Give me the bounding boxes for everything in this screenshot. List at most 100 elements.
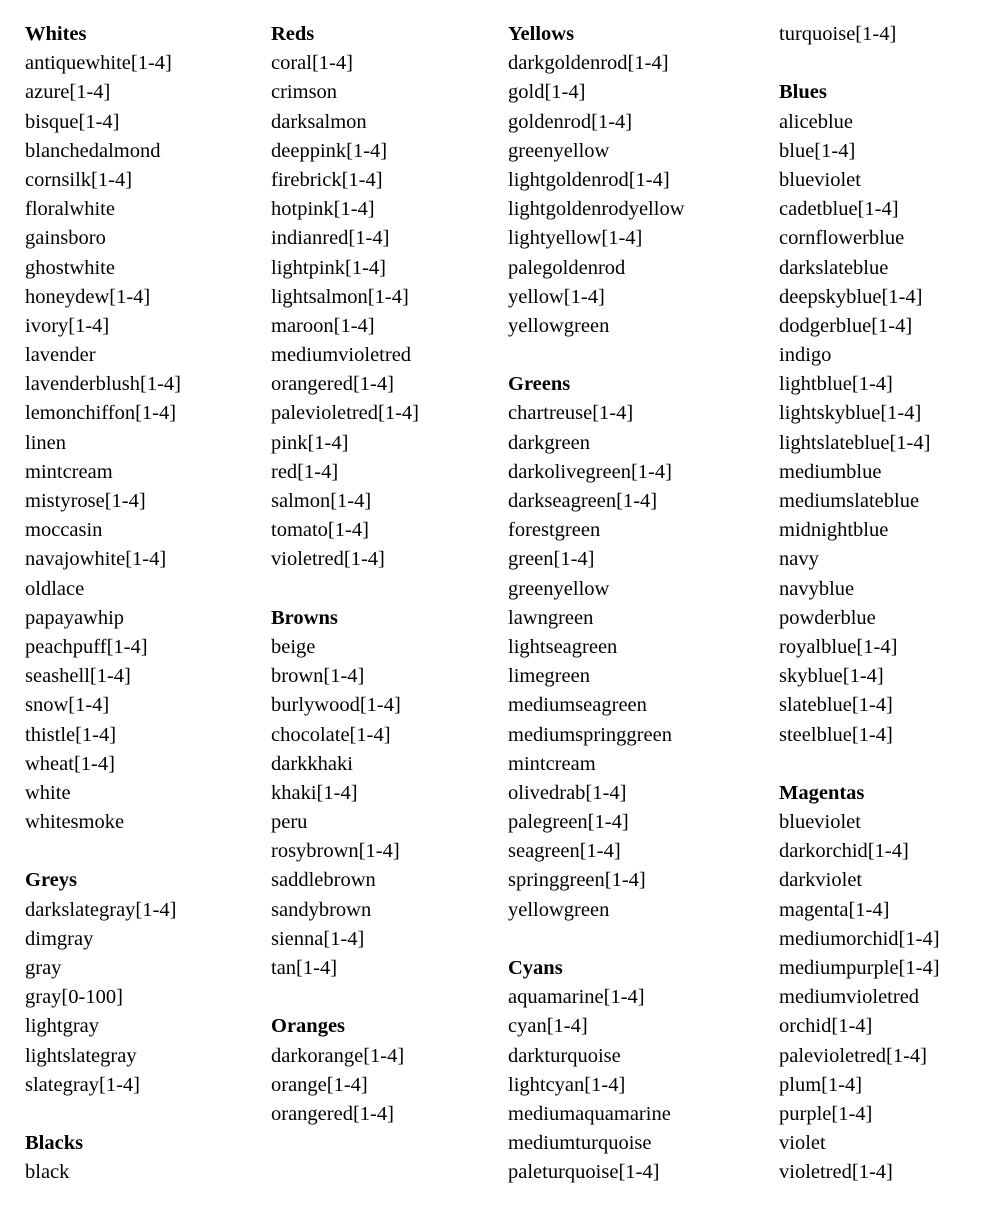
color-name: paleturquoise[1-4]	[508, 1161, 660, 1184]
color-name: firebrick[1-4]	[271, 168, 383, 191]
color-name: white	[25, 781, 71, 804]
color-name: maroon[1-4]	[271, 314, 375, 337]
color-name: yellow[1-4]	[508, 285, 605, 308]
color-name: darkslategray[1-4]	[25, 898, 177, 921]
color-name: chartreuse[1-4]	[508, 402, 634, 425]
color-name: dimgray	[25, 927, 94, 950]
color-name: aliceblue	[779, 110, 853, 133]
color-name: turquoise[1-4]	[779, 23, 897, 45]
color-name: lightslategray	[25, 1044, 137, 1067]
color-name: lightgoldenrodyellow	[508, 198, 685, 221]
color-name: lightseagreen	[508, 635, 618, 658]
color-name: aquamarine[1-4]	[508, 986, 645, 1009]
color-name: black	[25, 1161, 70, 1184]
color-name: darkgreen	[508, 431, 590, 454]
color-name: darkorchid[1-4]	[779, 840, 909, 863]
color-name: bisque[1-4]	[25, 110, 120, 133]
color-name: ghostwhite	[25, 256, 115, 279]
color-name: snow[1-4]	[25, 694, 110, 717]
section-heading: Reds	[271, 23, 315, 45]
color-name: royalblue[1-4]	[779, 635, 898, 658]
section-heading: Cyans	[508, 957, 563, 979]
color-name: olivedrab[1-4]	[508, 781, 627, 804]
color-name: greenyellow	[508, 139, 610, 162]
color-name: darkturquoise	[508, 1044, 621, 1067]
color-name: rosybrown[1-4]	[271, 840, 400, 863]
color-name: salmon[1-4]	[271, 490, 372, 512]
color-name: forestgreen	[508, 519, 601, 542]
section-heading: Greens	[508, 373, 571, 396]
color-name: honeydew[1-4]	[25, 285, 151, 308]
color-name: orchid[1-4]	[779, 1015, 873, 1038]
color-name: lightslateblue[1-4]	[779, 431, 931, 454]
color-name: plum[1-4]	[779, 1073, 863, 1096]
color-name: limegreen	[508, 665, 590, 688]
color-name: sandybrown	[271, 898, 372, 921]
color-name: lavenderblush[1-4]	[25, 373, 181, 396]
section-heading: Blues	[779, 81, 827, 104]
color-name: hotpink[1-4]	[271, 198, 375, 221]
color-name: mediumvioletred	[779, 986, 920, 1009]
color-name: tomato[1-4]	[271, 519, 369, 542]
color-name: mediumturquoise	[508, 1132, 652, 1155]
color-name: palevioletred[1-4]	[779, 1044, 927, 1067]
color-name: mediumvioletred	[271, 344, 412, 367]
color-name: mistyrose[1-4]	[25, 490, 146, 512]
color-name: violetred[1-4]	[271, 548, 385, 571]
color-name: cornflowerblue	[779, 227, 905, 250]
color-name: mintcream	[25, 460, 113, 483]
color-name: lightyellow[1-4]	[508, 227, 643, 250]
color-name: mediumseagreen	[508, 694, 647, 717]
color-name: orangered[1-4]	[271, 373, 394, 396]
color-name: darkviolet	[779, 869, 863, 892]
color-name: whitesmoke	[25, 811, 125, 834]
color-name: darkolivegreen[1-4]	[508, 460, 672, 483]
color-name: beige	[271, 635, 316, 658]
color-name: blanchedalmond	[25, 139, 161, 162]
color-name: springgreen[1-4]	[508, 869, 646, 892]
color-name: lawngreen	[508, 606, 594, 629]
color-name: violetred[1-4]	[779, 1161, 893, 1184]
color-name: deeppink[1-4]	[271, 139, 388, 162]
column-2: Reds coral[1-4] crimson darksalmon deeppink[…	[271, 20, 419, 1129]
color-name: darkslateblue	[779, 256, 889, 279]
color-name: seagreen[1-4]	[508, 840, 621, 863]
color-name: lavender	[25, 344, 96, 367]
color-name: gray	[25, 957, 62, 979]
color-name: lightsalmon[1-4]	[271, 285, 409, 308]
color-name: greenyellow	[508, 577, 610, 600]
section-heading: Browns	[271, 606, 338, 629]
color-name: sienna[1-4]	[271, 927, 365, 950]
color-name: thistle[1-4]	[25, 723, 117, 746]
color-name: purple[1-4]	[779, 1102, 873, 1125]
color-name: chocolate[1-4]	[271, 723, 391, 746]
color-name: lightgoldenrod[1-4]	[508, 168, 670, 191]
color-name: lightskyblue[1-4]	[779, 402, 922, 425]
color-name: linen	[25, 431, 66, 454]
color-name: darkorange[1-4]	[271, 1044, 405, 1067]
color-name: blue[1-4]	[779, 139, 856, 162]
color-name: burlywood[1-4]	[271, 694, 401, 717]
color-name: ivory[1-4]	[25, 314, 110, 337]
color-name: lightblue[1-4]	[779, 373, 893, 396]
color-name: slategray[1-4]	[25, 1073, 140, 1096]
color-name: blueviolet	[779, 168, 861, 191]
color-name: palegreen[1-4]	[508, 811, 629, 834]
color-name: deepskyblue[1-4]	[779, 285, 923, 308]
color-name: slateblue[1-4]	[779, 694, 893, 717]
section-heading: Whites	[25, 23, 87, 45]
color-name: dodgerblue[1-4]	[779, 314, 913, 337]
color-name: khaki[1-4]	[271, 781, 358, 804]
color-name: goldenrod[1-4]	[508, 110, 633, 133]
color-name: palevioletred[1-4]	[271, 402, 419, 425]
color-name: orange[1-4]	[271, 1073, 368, 1096]
color-name: skyblue[1-4]	[779, 665, 884, 688]
column-4: turquoise[1-4] Blues aliceblue blue[1-4] blu…	[779, 20, 940, 1188]
color-name: red[1-4]	[271, 460, 339, 483]
